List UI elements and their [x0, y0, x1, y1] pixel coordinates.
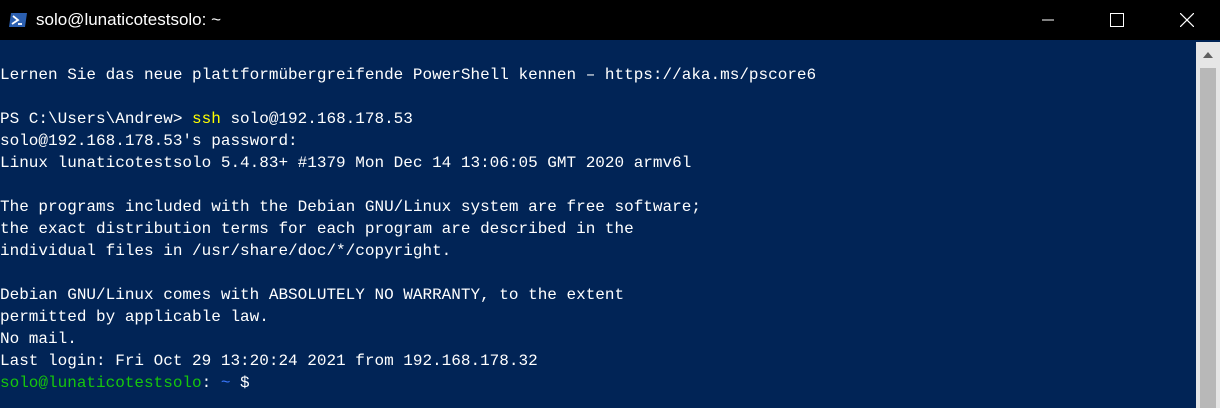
last-login-line: Last login: Fri Oct 29 13:20:24 2021 fro… [0, 352, 538, 370]
motd-line-5: permitted by applicable law. [0, 308, 269, 326]
maximize-icon [1110, 13, 1124, 27]
vertical-scrollbar[interactable] [1196, 42, 1220, 408]
ps-prompt: PS C:\Users\Andrew> [0, 110, 193, 128]
window-title: solo@lunaticotestsolo: ~ [36, 10, 221, 29]
powershell-icon [8, 10, 28, 30]
close-icon [1180, 13, 1194, 27]
prompt-path: ~ [220, 374, 231, 392]
shell-prompt-line[interactable]: solo@lunaticotestsolo: ~ $ [0, 372, 250, 394]
prompt-user-host: solo@lunaticotestsolo [0, 374, 202, 392]
minimize-button[interactable] [1025, 0, 1071, 40]
uname-line: Linux lunaticotestsolo 5.4.83+ #1379 Mon… [0, 154, 692, 172]
terminal-output[interactable]: Lernen Sie das neue plattformübergreifen… [0, 42, 1196, 408]
scroll-thumb[interactable] [1200, 68, 1216, 408]
password-prompt-line: solo@192.168.178.53's password: [0, 132, 298, 150]
motd-line-1: The programs included with the Debian GN… [0, 198, 701, 216]
close-button[interactable] [1164, 0, 1210, 40]
powershell-info-line: Lernen Sie das neue plattformübergreifen… [0, 66, 817, 84]
maximize-button[interactable] [1094, 0, 1140, 40]
scroll-up-button[interactable] [1196, 42, 1220, 66]
title-bar[interactable]: solo@lunaticotestsolo: ~ [0, 0, 1220, 40]
motd-line-3: individual files in /usr/share/doc/*/cop… [0, 242, 452, 260]
terminal-window: solo@lunaticotestsolo: ~ Lernen Sie das … [0, 0, 1220, 408]
ps-command-args: solo@192.168.178.53 [220, 110, 413, 128]
minimize-icon [1042, 14, 1054, 26]
chevron-up-icon [1203, 45, 1213, 63]
prompt-separator: : [201, 374, 221, 392]
motd-line-4: Debian GNU/Linux comes with ABSOLUTELY N… [0, 286, 625, 304]
motd-line-2: the exact distribution terms for each pr… [0, 220, 634, 238]
prompt-symbol: $ [230, 374, 250, 392]
ps-command: ssh [192, 110, 221, 128]
mail-line: No mail. [0, 330, 77, 348]
ps-command-line: PS C:\Users\Andrew> ssh solo@192.168.178… [0, 108, 413, 130]
